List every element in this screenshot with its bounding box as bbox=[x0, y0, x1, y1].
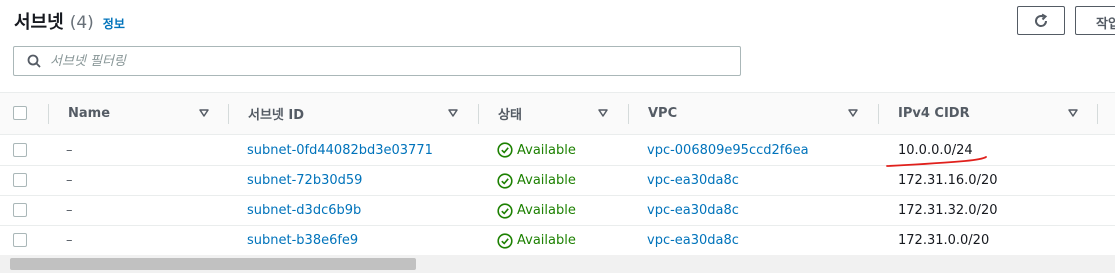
cell-status: Available bbox=[497, 135, 576, 165]
info-link[interactable]: 정보 bbox=[103, 15, 125, 32]
cell-name: – bbox=[66, 233, 73, 248]
check-circle-icon bbox=[497, 202, 513, 219]
check-circle-icon bbox=[497, 232, 513, 249]
cell-name: – bbox=[66, 203, 73, 218]
row-checkbox[interactable] bbox=[13, 233, 27, 247]
column-header-status[interactable]: 상태 bbox=[498, 93, 522, 134]
row-checkbox[interactable] bbox=[13, 203, 27, 217]
column-divider bbox=[628, 104, 629, 124]
cell-subnet-id[interactable]: subnet-0fd44082bd3e03771 bbox=[247, 135, 433, 165]
sort-caret-icon[interactable] bbox=[597, 107, 609, 119]
row-checkbox[interactable] bbox=[13, 173, 27, 187]
sort-caret-icon[interactable] bbox=[198, 107, 210, 119]
search-icon bbox=[26, 53, 42, 69]
check-circle-icon bbox=[497, 142, 513, 158]
sort-caret-icon[interactable] bbox=[1067, 107, 1079, 119]
column-header-name[interactable]: Name bbox=[68, 93, 110, 134]
cell-subnet-id[interactable]: subnet-b38e6fe9 bbox=[247, 226, 358, 255]
column-divider bbox=[878, 104, 879, 124]
check-circle-icon bbox=[497, 172, 513, 189]
status-label: Available bbox=[517, 203, 576, 218]
cell-subnet-id[interactable]: subnet-72b30d59 bbox=[247, 166, 362, 195]
cell-vpc[interactable]: vpc-ea30da8c bbox=[647, 166, 739, 195]
search-input[interactable] bbox=[50, 53, 730, 69]
subnet-count: (4) bbox=[69, 13, 94, 33]
search-field[interactable] bbox=[13, 46, 741, 76]
column-header-vpc[interactable]: VPC bbox=[648, 93, 677, 134]
red-underline-annotation bbox=[886, 156, 987, 167]
subnets-table: Name 서브넷 ID 상태 VPC IPv4 CIDR – subnet-0f… bbox=[0, 92, 1115, 256]
table-header: Name 서브넷 ID 상태 VPC IPv4 CIDR bbox=[0, 92, 1115, 135]
page-header: 서브넷 (4) 정보 bbox=[14, 8, 125, 33]
status-label: Available bbox=[517, 142, 576, 158]
refresh-icon bbox=[1035, 13, 1048, 27]
column-divider bbox=[48, 104, 49, 124]
table-row[interactable]: – subnet-b38e6fe9 Available vpc-ea30da8c… bbox=[0, 226, 1115, 256]
column-divider bbox=[1097, 104, 1098, 124]
sort-caret-icon[interactable] bbox=[847, 107, 859, 119]
cell-status: Available bbox=[497, 226, 576, 255]
column-header-ipv4-cidr[interactable]: IPv4 CIDR bbox=[898, 93, 970, 134]
cell-name: – bbox=[66, 142, 73, 158]
cell-status: Available bbox=[497, 196, 576, 225]
page-title: 서브넷 bbox=[14, 12, 64, 33]
column-header-subnet-id[interactable]: 서브넷 ID bbox=[248, 93, 304, 134]
cell-vpc[interactable]: vpc-ea30da8c bbox=[647, 226, 739, 255]
cell-status: Available bbox=[497, 166, 576, 195]
column-divider bbox=[478, 104, 479, 124]
cell-subnet-id[interactable]: subnet-d3dc6b9b bbox=[247, 196, 361, 225]
cell-ipv4-cidr: 172.31.32.0/20 bbox=[898, 203, 998, 218]
table-row[interactable]: – subnet-d3dc6b9b Available vpc-ea30da8c… bbox=[0, 196, 1115, 226]
cell-ipv4-cidr: 172.31.0.0/20 bbox=[898, 233, 990, 248]
cell-vpc[interactable]: vpc-006809e95ccd2f6ea bbox=[647, 135, 809, 165]
row-checkbox[interactable] bbox=[13, 143, 27, 157]
status-label: Available bbox=[517, 233, 576, 248]
refresh-button[interactable] bbox=[1017, 6, 1065, 35]
status-label: Available bbox=[517, 173, 576, 188]
select-all-checkbox[interactable] bbox=[13, 106, 27, 120]
cell-vpc[interactable]: vpc-ea30da8c bbox=[647, 196, 739, 225]
sort-caret-icon[interactable] bbox=[447, 107, 459, 119]
cell-name: – bbox=[66, 173, 73, 188]
scrollbar-thumb[interactable] bbox=[10, 258, 416, 270]
actions-button[interactable]: 작업 bbox=[1075, 6, 1115, 35]
column-divider bbox=[228, 104, 229, 124]
